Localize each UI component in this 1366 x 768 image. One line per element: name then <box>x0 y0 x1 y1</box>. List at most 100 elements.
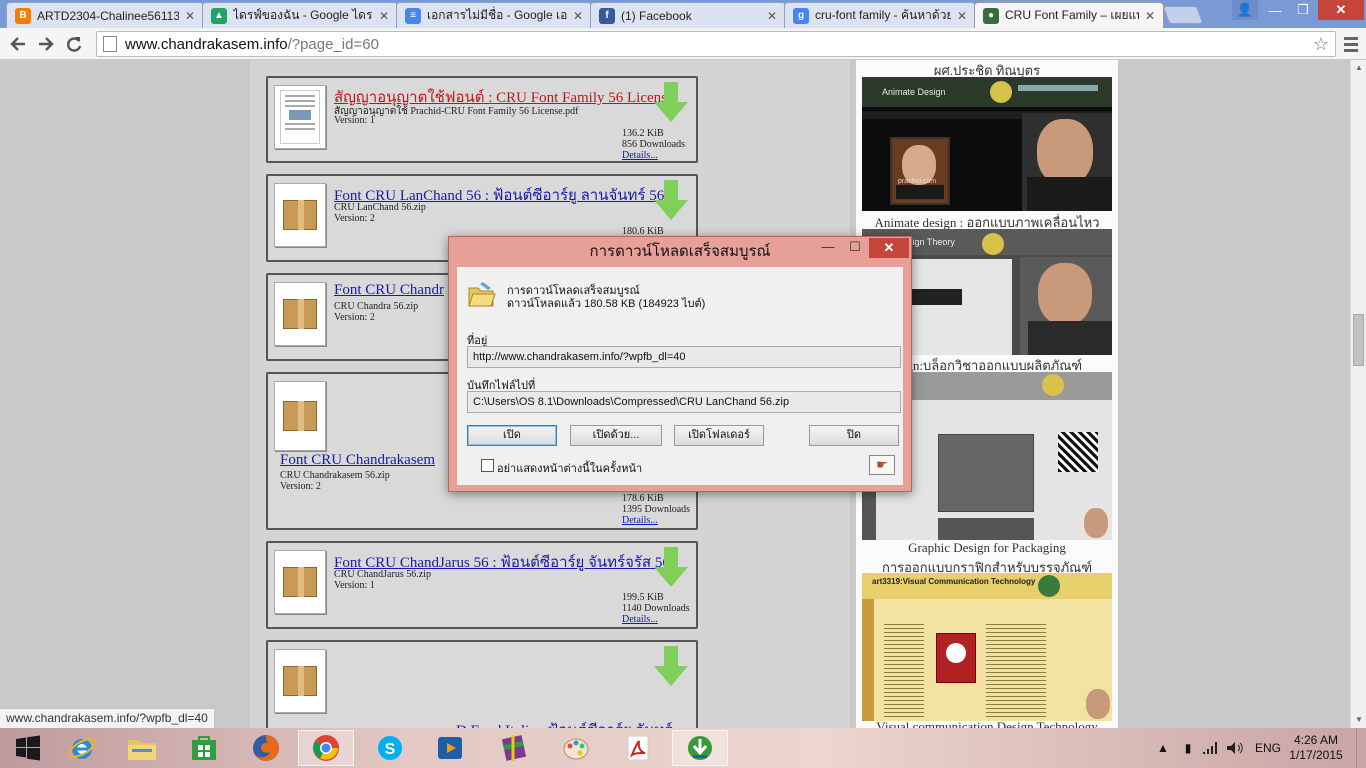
acrobat-icon[interactable] <box>610 730 666 766</box>
tab-cru-font-family[interactable]: ● CRU Font Family – เผยแพร่ ✕ <box>974 2 1164 28</box>
dialog-maximize-button[interactable]: ☐ <box>842 239 868 259</box>
download-count: 1140 Downloads <box>622 603 690 614</box>
back-button[interactable] <box>6 32 30 56</box>
file-item: สัญญาอนุญาตใช้ฟอนต์ : CRU Font Family 56… <box>266 76 698 163</box>
windows-store-icon[interactable] <box>176 730 232 766</box>
tab-facebook[interactable]: f (1) Facebook ✕ <box>590 2 786 28</box>
file-explorer-icon[interactable] <box>114 730 170 766</box>
dont-show-again-checkbox[interactable] <box>481 459 494 472</box>
file-name: CRU Chandra 56.zip <box>334 301 419 312</box>
reload-button[interactable] <box>62 32 86 56</box>
file-size: 136.2 KiB <box>622 128 664 139</box>
file-title-link[interactable]: Font CRU Chandrakasem <box>280 452 435 469</box>
file-meta: 136.2 KiB 856 Downloads Details... <box>622 128 685 161</box>
tab-title: ARTD2304-Chalinee56113 <box>37 8 179 23</box>
open-button[interactable]: เปิด <box>467 425 557 446</box>
package-icon <box>283 666 317 696</box>
forward-arrow-icon <box>39 37 54 51</box>
package-icon <box>283 401 317 431</box>
tab-google-search[interactable]: g cru-font family - ค้นหาด้วย ✕ <box>784 2 976 28</box>
bookmark-star-icon[interactable]: ☆ <box>1313 34 1329 55</box>
zip-thumbnail <box>274 183 326 247</box>
download-arrow-icon[interactable] <box>654 646 688 686</box>
internet-download-manager-icon[interactable] <box>672 730 728 766</box>
close-icon[interactable]: ✕ <box>765 9 779 23</box>
winrar-icon[interactable] <box>486 730 542 766</box>
tab-google-drive[interactable]: ▲ ไดรฟ์ของฉัน - Google ไดรฟ์ ✕ <box>202 2 398 28</box>
close-icon[interactable]: ✕ <box>377 9 391 23</box>
action-center-icon[interactable]: ▮ <box>1178 728 1198 768</box>
download-arrow-icon[interactable] <box>654 180 688 220</box>
file-version: Version: 1 <box>334 115 375 126</box>
tab-blogger[interactable]: B ARTD2304-Chalinee56113 ✕ <box>6 2 204 28</box>
downloaded-size: ดาวน์โหลดแล้ว 180.58 KB (184923 ไบต์) <box>507 298 706 310</box>
tab-title: เอกสารไม่มีชื่อ - Google เอกส <box>427 8 567 22</box>
details-link[interactable]: Details... <box>622 515 690 526</box>
file-title-link[interactable]: Font CRU Chandr <box>334 282 444 299</box>
download-count: 1395 Downloads <box>622 504 691 515</box>
dialog-minimize-button[interactable]: — <box>815 239 841 259</box>
saved-path-field[interactable]: C:\Users\OS 8.1\Downloads\Compressed\CRU… <box>467 391 901 413</box>
file-version: Version: 2 <box>334 312 375 323</box>
download-arrow-icon[interactable] <box>654 82 688 122</box>
open-with-button[interactable]: เปิดด้วย... <box>570 425 662 446</box>
new-tab-button[interactable] <box>1162 6 1204 24</box>
chrome-icon[interactable] <box>298 730 354 766</box>
internet-explorer-icon[interactable] <box>54 730 110 766</box>
system-clock[interactable]: 4:26 AM 1/17/2015 <box>1286 733 1346 763</box>
dont-show-again-label: อย่าแสดงหน้าต่างนี้ในครั้งหน้า <box>497 463 643 475</box>
close-icon[interactable]: ✕ <box>1143 9 1157 23</box>
skype-icon[interactable]: S <box>362 730 418 766</box>
dialog-close-button[interactable]: ✕ <box>869 238 909 258</box>
maximize-button[interactable]: ❐ <box>1290 0 1316 20</box>
visual-communication-banner[interactable]: art3319:Visual Communication Technology <box>862 573 1112 721</box>
download-count: 856 Downloads <box>622 139 686 150</box>
browser-toolbar: www.chandrakasem.info/?page_id=60 ☆ <box>0 28 1366 60</box>
address-bar[interactable]: www.chandrakasem.info/?page_id=60 ☆ <box>96 31 1336 57</box>
tab-google-docs[interactable]: ≡ เอกสารไม่มีชื่อ - Google เอกส ✕ <box>396 2 592 28</box>
banner-title: art3319:Visual Communication Technology <box>872 577 1036 586</box>
file-title-link[interactable]: D Fxnd Italic : ฟ้อนต์ซีอาร์ยู จันทร์ <box>456 718 672 728</box>
scroll-down-arrow-icon[interactable]: ▼ <box>1351 712 1366 728</box>
minimize-button[interactable]: — <box>1262 0 1288 20</box>
download-complete-dialog: การดาวน์โหลดเสร็จสมบูรณ์ — ☐ ✕ การดาวน์โ… <box>448 236 912 492</box>
forward-button[interactable] <box>34 32 58 56</box>
media-player-icon[interactable] <box>422 730 478 766</box>
close-icon[interactable]: ✕ <box>571 9 585 23</box>
drag-hand-icon[interactable]: ☛ <box>869 455 895 475</box>
show-hidden-icons-icon[interactable]: ▲ <box>1154 728 1172 768</box>
open-folder-button[interactable]: เปิดโฟลเดอร์ <box>674 425 764 446</box>
scroll-up-arrow-icon[interactable]: ▲ <box>1351 60 1366 76</box>
svg-text:S: S <box>385 741 396 758</box>
file-size: 199.5 KiB <box>622 592 664 603</box>
close-button[interactable]: ปิด <box>809 425 899 446</box>
banner-title: Animate Design <box>882 87 946 97</box>
scroll-thumb[interactable] <box>1353 314 1364 366</box>
network-signal-icon[interactable] <box>1200 728 1220 768</box>
user-icon[interactable]: 👤 <box>1232 0 1258 20</box>
packaging-caption-en: Graphic Design for Packaging <box>908 540 1066 555</box>
window-close-button[interactable]: ✕ <box>1318 0 1364 20</box>
chrome-menu-icon[interactable] <box>1342 34 1360 54</box>
volume-icon[interactable] <box>1224 728 1246 768</box>
close-icon[interactable]: ✕ <box>183 9 197 23</box>
details-link[interactable]: Details... <box>622 614 690 625</box>
windows-start-icon[interactable] <box>0 730 56 766</box>
download-arrow-icon[interactable] <box>654 547 688 587</box>
close-icon[interactable]: ✕ <box>955 9 969 23</box>
page-icon <box>103 36 117 52</box>
animate-design-banner[interactable]: Animate Design prachid.com <box>862 77 1112 211</box>
file-name: CRU Chandrakasem 56.zip <box>280 470 390 481</box>
file-version: Version: 2 <box>334 213 375 224</box>
windows-taskbar: S ▲ ▮ ENG 4:26 AM 1/17/2015 <box>0 728 1366 768</box>
input-language[interactable]: ENG <box>1250 728 1286 768</box>
details-link[interactable]: Details... <box>622 150 685 161</box>
file-meta: 199.5 KiB 1140 Downloads Details... <box>622 592 690 625</box>
paint-icon[interactable] <box>548 730 604 766</box>
site-icon: ● <box>983 7 999 24</box>
zip-thumbnail <box>274 649 326 713</box>
source-url-field[interactable]: http://www.chandrakasem.info/?wpfb_dl=40 <box>467 346 901 368</box>
vertical-scrollbar[interactable]: ▲ ▼ <box>1350 60 1366 728</box>
show-desktop-button[interactable] <box>1356 728 1366 768</box>
firefox-icon[interactable] <box>238 730 294 766</box>
